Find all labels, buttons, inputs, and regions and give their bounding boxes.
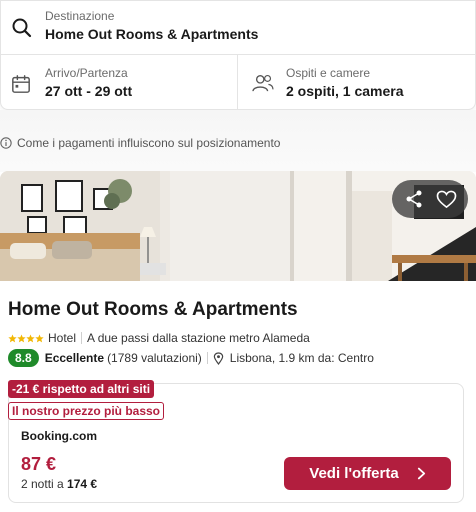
destination-value: Home Out Rooms & Apartments	[45, 26, 259, 42]
star-icon	[35, 333, 44, 342]
star-icon	[8, 333, 17, 342]
star-icon	[17, 333, 26, 342]
price-total: 2 notti a 174 €	[21, 477, 97, 491]
best-price-tag: Il nostro prezzo più basso	[8, 402, 165, 420]
hotel-name[interactable]: Home Out Rooms & Apartments	[8, 299, 298, 321]
hotel-type: Hotel	[48, 331, 77, 345]
guests-value: 2 ospiti, 1 camera	[286, 83, 404, 99]
view-offer-label: Vedi l'offerta	[309, 465, 399, 482]
ranking-info-text: Come i pagamenti influiscono sul posizio…	[17, 136, 281, 150]
total-price: 174 €	[67, 477, 98, 491]
rating-row: 8.8 Eccellente (1789 valutazioni) Lisbon…	[8, 349, 374, 367]
guests-icon	[252, 74, 274, 92]
share-button[interactable]	[399, 184, 429, 214]
location-pin-icon	[213, 351, 224, 365]
divider	[206, 352, 208, 364]
star-rating	[8, 333, 44, 343]
destination-label: Destinazione	[45, 9, 115, 23]
provider-name: Booking.com	[21, 429, 98, 443]
divider	[81, 332, 83, 344]
price-per-night: 87 €	[21, 454, 57, 474]
hotel-class-row: Hotel A due passi dalla stazione metro A…	[8, 331, 310, 345]
share-icon	[406, 190, 422, 208]
star-icon	[26, 333, 35, 342]
photo-actions	[392, 180, 468, 218]
view-offer-button[interactable]: Vedi l'offerta	[284, 457, 451, 490]
dates-value: 27 ott - 29 ott	[45, 83, 133, 99]
search-icon	[12, 18, 32, 38]
search-panel: Destinazione Home Out Rooms & Apartments…	[0, 0, 476, 111]
location-note: A due passi dalla stazione metro Alameda	[87, 331, 310, 345]
heart-icon	[436, 190, 456, 208]
review-count[interactable]: (1789 valutazioni)	[107, 351, 202, 365]
discount-tag: -21 € rispetto ad altri siti	[8, 380, 155, 398]
ranking-info-link[interactable]: Come i pagamenti influiscono sul posizio…	[0, 136, 280, 150]
calendar-icon	[12, 75, 30, 93]
dates-field[interactable]: Arrivo/Partenza 27 ott - 29 ott	[1, 55, 238, 111]
destination-field[interactable]: Destinazione Home Out Rooms & Apartments	[1, 1, 476, 55]
favorite-button[interactable]	[431, 184, 461, 214]
info-icon	[0, 137, 12, 149]
chevron-right-icon	[417, 467, 425, 480]
dates-label: Arrivo/Partenza	[45, 66, 128, 80]
guests-field[interactable]: Ospiti e camere 2 ospiti, 1 camera	[238, 55, 476, 111]
distance-text: Lisbona, 1.9 km da: Centro	[229, 351, 374, 365]
rating-score-badge: 8.8	[8, 349, 39, 367]
nights-prefix: 2 notti a	[21, 477, 64, 491]
guests-label: Ospiti e camere	[286, 66, 371, 80]
rating-word: Eccellente	[44, 351, 105, 365]
